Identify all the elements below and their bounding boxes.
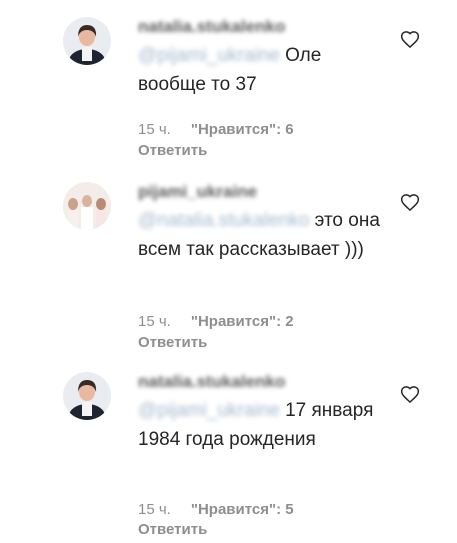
comment-meta: 15 ч. "Нравится": 5 bbox=[138, 500, 294, 520]
reply-button[interactable]: Ответить bbox=[138, 333, 207, 353]
comment-time: 15 ч. bbox=[138, 121, 171, 138]
comment-mention[interactable]: @pijami_ukraine bbox=[138, 45, 280, 66]
comment-text: @pijami_ukraine Оле вообще то 37 bbox=[138, 41, 388, 99]
avatar[interactable] bbox=[63, 182, 111, 230]
comment-mention[interactable]: @pijami_ukraine bbox=[138, 400, 280, 421]
comment-likes[interactable]: "Нравится": 2 bbox=[191, 313, 294, 330]
heart-outline-icon[interactable] bbox=[400, 30, 420, 50]
comment-username[interactable]: natalia.stukalenko bbox=[138, 372, 388, 392]
comment-meta: 15 ч. "Нравится": 2 bbox=[138, 312, 294, 332]
reply-button[interactable]: Ответить bbox=[138, 141, 207, 161]
comment-time: 15 ч. bbox=[138, 501, 171, 518]
comment-mention[interactable]: @natalia.stukalenko bbox=[138, 210, 309, 231]
avatar[interactable] bbox=[63, 17, 111, 65]
comment-username[interactable]: natalia.stukalenko bbox=[138, 17, 388, 37]
comment-text: @pijami_ukraine 17 января 1984 года рожд… bbox=[138, 396, 388, 454]
comment-username[interactable]: pijami_ukraine bbox=[138, 182, 388, 202]
reply-button[interactable]: Ответить bbox=[138, 520, 207, 540]
comment-likes[interactable]: "Нравится": 5 bbox=[191, 501, 294, 518]
comment-time: 15 ч. bbox=[138, 313, 171, 330]
comment-text: @natalia.stukalenko это она всем так рас… bbox=[138, 206, 388, 264]
avatar[interactable] bbox=[63, 372, 111, 420]
heart-outline-icon[interactable] bbox=[400, 193, 420, 213]
comment-meta: 15 ч. "Нравится": 6 bbox=[138, 120, 294, 140]
comment-likes[interactable]: "Нравится": 6 bbox=[191, 121, 294, 138]
heart-outline-icon[interactable] bbox=[400, 385, 420, 405]
